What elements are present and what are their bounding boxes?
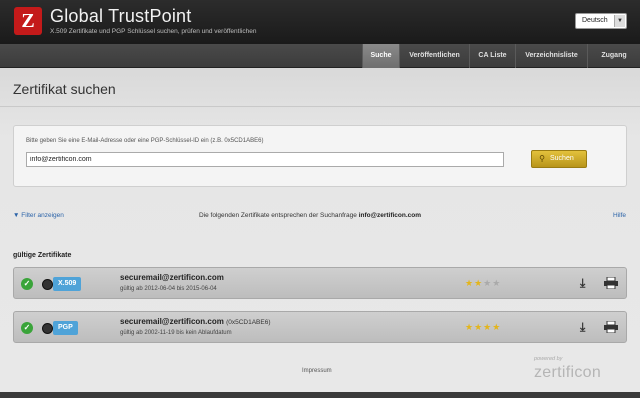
impressum-link[interactable]: Impressum [302, 368, 332, 374]
language-value: Deutsch [582, 17, 608, 24]
result-query: info@zertificon.com [358, 212, 422, 219]
help-link[interactable]: Hilfe [613, 212, 626, 219]
download-icon[interactable]: ⤓ [580, 276, 585, 291]
certificate-email: securemail@zertificon.com (0x5CD1ABE6) [120, 317, 271, 326]
app-header: Z Global TrustPoint X.509 Zertifikate un… [0, 0, 640, 44]
type-badge: PGP [53, 321, 78, 335]
globe-icon [42, 323, 53, 334]
certificate-row[interactable]: ✓ X.509 securemail@zertificon.com gültig… [13, 267, 627, 299]
rating-stars: ★★★★ [465, 278, 501, 289]
printer-icon[interactable] [604, 277, 618, 289]
certificate-email-text: securemail@zertificon.com [120, 273, 224, 282]
main-nav: Suche Veröffentlichen CA Liste Verzeichn… [0, 44, 640, 68]
tab-verzeichnisliste[interactable]: Verzeichnisliste [515, 44, 587, 68]
title-divider [0, 106, 640, 107]
filter-link[interactable]: ▼ Filter anzeigen [13, 212, 64, 219]
star-icon: ★ [483, 322, 493, 332]
search-input[interactable] [26, 152, 504, 167]
star-icon: ★ [492, 322, 502, 332]
star-icon: ★ [465, 322, 475, 332]
section-title: gültige Zertifikate [13, 252, 72, 259]
rating-stars: ★★★★ [465, 322, 501, 333]
certificate-email-text: securemail@zertificon.com [120, 317, 224, 326]
certificate-row[interactable]: ✓ PGP securemail@zertificon.com (0x5CD1A… [13, 311, 627, 343]
star-empty-icon: ★ [483, 278, 493, 288]
globe-icon [42, 279, 53, 290]
result-summary: Die folgenden Zertifikate entsprechen de… [199, 212, 421, 219]
search-button[interactable]: ⚲ Suchen [531, 150, 587, 168]
download-icon[interactable]: ⤓ [580, 320, 585, 335]
search-hint: Bitte geben Sie eine E-Mail-Adresse oder… [26, 138, 264, 144]
type-badge: X.509 [53, 277, 82, 291]
app-subtitle: X.509 Zertifikate und PGP Schlüssel such… [50, 28, 257, 35]
printer-icon[interactable] [604, 321, 618, 333]
language-select[interactable]: Deutsch ▼ [575, 13, 627, 29]
result-prefix: Die folgenden Zertifikate entsprechen de… [199, 212, 357, 219]
star-icon: ★ [474, 322, 484, 332]
zertificon-brand-logo: zertificon [534, 364, 602, 381]
page-title: Zertifikat suchen [13, 81, 116, 97]
powered-by-label: powered by [534, 356, 563, 362]
content-area: Zertifikat suchen Bitte geben Sie eine E… [0, 68, 640, 392]
star-icon: ★ [465, 278, 475, 288]
chevron-down-icon[interactable]: ▼ [614, 15, 625, 27]
tab-suche[interactable]: Suche [362, 44, 399, 68]
certificate-email: securemail@zertificon.com [120, 273, 224, 282]
certificate-validity: gültig ab 2002-11-19 bis kein Ablaufdatu… [120, 330, 232, 336]
search-button-label: Suchen [550, 155, 574, 162]
search-panel: Bitte geben Sie eine E-Mail-Adresse oder… [13, 125, 627, 187]
star-icon: ★ [474, 278, 484, 288]
check-icon: ✓ [21, 322, 33, 334]
star-empty-icon: ★ [492, 278, 502, 288]
certificate-key-id: (0x5CD1ABE6) [226, 319, 271, 326]
tab-ca-liste[interactable]: CA Liste [469, 44, 515, 68]
tab-veroeffentlichen[interactable]: Veröffentlichen [399, 44, 469, 68]
filter-icon: ▼ [13, 212, 20, 219]
certificate-validity: gültig ab 2012-06-04 bis 2015-06-04 [120, 286, 217, 292]
search-icon: ⚲ [539, 154, 545, 163]
filter-link-label: Filter anzeigen [21, 212, 64, 219]
zertificon-logo-icon[interactable]: Z [14, 7, 42, 35]
tab-zugang[interactable]: Zugang [587, 44, 640, 68]
check-icon: ✓ [21, 278, 33, 290]
app-title: Global TrustPoint [50, 6, 192, 26]
